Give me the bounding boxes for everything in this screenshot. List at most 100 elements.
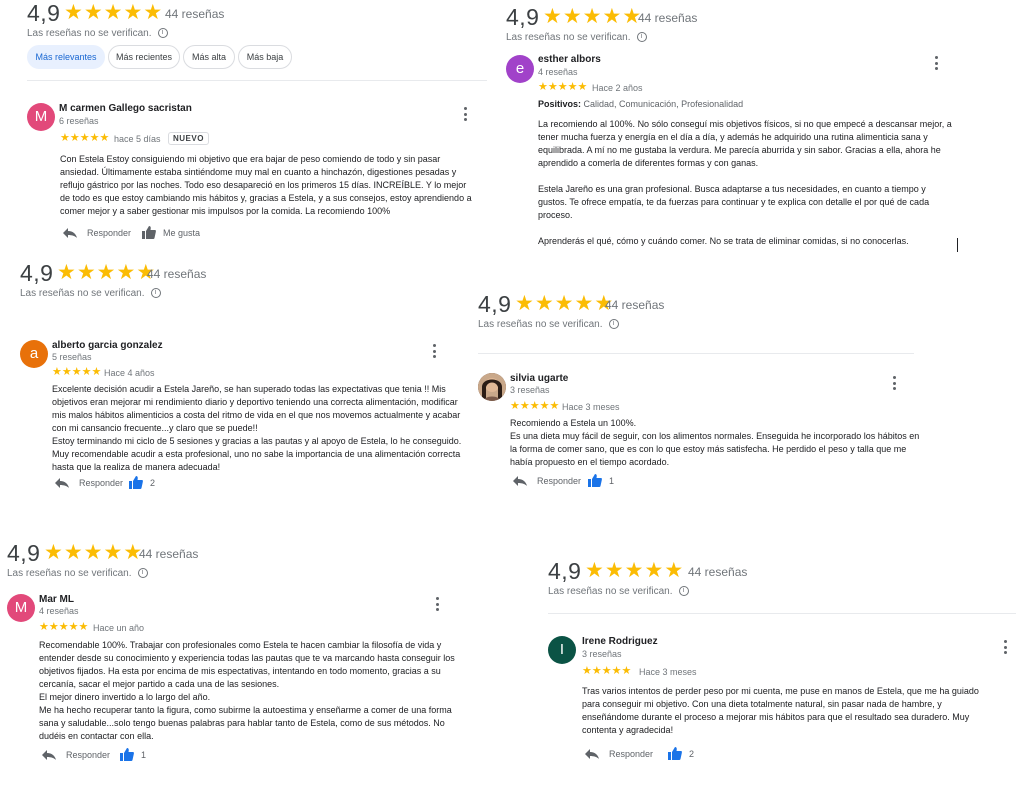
- review-time: Hace 2 años: [592, 83, 643, 93]
- rating-summary: 4,9 ★ ★ ★ ★ ★ 44 reseñas Las reseñas no se v…: [27, 0, 327, 40]
- like-count: 2: [150, 477, 156, 488]
- info-icon[interactable]: i: [150, 288, 161, 299]
- rating-stars: ★ ★ ★ ★ ★: [44, 541, 143, 564]
- like-count: 2: [689, 748, 695, 759]
- reply-icon: [63, 228, 77, 238]
- like-button[interactable]: 2: [129, 476, 155, 489]
- review-text: Recomiendo a Estela un 100%. Es una diet…: [510, 418, 920, 467]
- unverified-note: Las reseñas no se verifican.: [20, 288, 145, 299]
- unverified-note: Las reseñas no se verifican.: [27, 28, 152, 39]
- info-icon[interactable]: i: [157, 28, 168, 39]
- review-stars: ★ ★ ★ ★ ★: [538, 81, 588, 93]
- divider: [27, 80, 487, 81]
- reviews-count[interactable]: 44 reseñas: [638, 11, 697, 25]
- rating-stars: ★ ★ ★ ★ ★: [515, 292, 614, 315]
- rating-value: 4,9: [506, 4, 540, 30]
- more-options-icon[interactable]: [434, 597, 440, 611]
- like-button[interactable]: Me gusta: [142, 226, 200, 239]
- review-stars: ★ ★ ★ ★ ★: [60, 132, 110, 144]
- avatar[interactable]: a: [20, 340, 48, 368]
- reviewer-name[interactable]: esther albors: [538, 54, 601, 65]
- reply-button[interactable]: Responder: [584, 748, 653, 760]
- unverified-note: Las reseñas no se verifican.: [7, 568, 132, 579]
- filter-lowest[interactable]: Más baja: [238, 45, 292, 69]
- like-button[interactable]: 2: [668, 747, 694, 760]
- more-options-icon[interactable]: [1002, 640, 1008, 654]
- avatar[interactable]: [478, 373, 506, 401]
- filter-most-recent[interactable]: Más recientes: [108, 45, 180, 69]
- like-count: 1: [141, 749, 147, 760]
- reply-icon: [42, 750, 56, 760]
- rating-summary: 4,9 ★ ★ ★ ★ ★ 44 reseñas Las reseñas no se v…: [478, 291, 778, 331]
- reviews-count[interactable]: 44 reseñas: [147, 267, 206, 281]
- rating-summary: 4,9 ★ ★ ★ ★ ★ 44 reseñas Las reseñas no se v…: [506, 4, 806, 44]
- unverified-note: Las reseñas no se verifican.: [506, 32, 631, 43]
- like-count: 1: [609, 475, 615, 486]
- more-options-icon[interactable]: [933, 56, 939, 70]
- review-panel-6: 4,9 ★ ★ ★ ★ ★ 44 reseñas Las reseñas no se v…: [548, 558, 1018, 783]
- thumbs-up-icon: [668, 747, 682, 760]
- review-text: La recomiendo al 100%. No sólo conseguí …: [538, 119, 952, 246]
- filter-most-relevant[interactable]: Más relevantes: [27, 45, 105, 69]
- review-stars: ★ ★ ★ ★ ★: [52, 366, 102, 378]
- rating-value: 4,9: [20, 260, 54, 286]
- reviewer-name[interactable]: M carmen Gallego sacristan: [59, 103, 192, 114]
- reviews-count[interactable]: 44 reseñas: [605, 298, 664, 312]
- rating-value: 4,9: [7, 540, 41, 566]
- avatar[interactable]: M: [27, 103, 55, 131]
- rating-summary: 4,9 ★ ★ ★ ★ ★ 44 reseñas Las reseñas no se v…: [548, 558, 848, 598]
- reviews-count[interactable]: 44 reseñas: [139, 547, 198, 561]
- thumbs-up-icon: [129, 476, 143, 489]
- review-time: Hace 3 meses: [639, 667, 697, 677]
- reply-icon: [513, 476, 527, 486]
- reviewer-count: 3 reseñas: [510, 385, 550, 395]
- info-icon[interactable]: i: [636, 32, 647, 43]
- reviewer-count: 3 reseñas: [582, 649, 622, 659]
- reply-button[interactable]: Responder: [512, 475, 581, 487]
- reply-button[interactable]: Responder: [54, 477, 123, 489]
- like-button[interactable]: 1: [120, 748, 146, 761]
- reply-icon: [55, 478, 69, 488]
- new-badge: NUEVO: [168, 132, 209, 145]
- review-stars: ★ ★ ★ ★ ★: [39, 621, 89, 633]
- avatar[interactable]: I: [548, 636, 576, 664]
- info-icon[interactable]: i: [608, 319, 619, 330]
- reviewer-name[interactable]: Mar ML: [39, 594, 74, 605]
- reply-button[interactable]: Responder: [62, 227, 131, 239]
- filter-highest[interactable]: Más alta: [183, 45, 235, 69]
- review-stars: ★ ★ ★ ★ ★: [510, 400, 560, 412]
- avatar[interactable]: e: [506, 55, 534, 83]
- info-icon[interactable]: i: [137, 568, 148, 579]
- thumbs-up-icon: [120, 748, 134, 761]
- reviewer-name[interactable]: silvia ugarte: [510, 373, 568, 384]
- reviewer-count: 4 reseñas: [538, 67, 578, 77]
- avatar[interactable]: M: [7, 594, 35, 622]
- profile-photo-icon: [478, 373, 506, 401]
- reviews-count[interactable]: 44 reseñas: [165, 7, 224, 21]
- review-text: Tras varios intentos de perder peso por …: [582, 686, 979, 735]
- unverified-note: Las reseñas no se verifican.: [548, 586, 673, 597]
- divider: [478, 353, 914, 354]
- reply-button[interactable]: Responder: [41, 749, 110, 761]
- rating-value: 4,9: [548, 558, 582, 584]
- more-options-icon[interactable]: [462, 107, 468, 121]
- reviewer-name[interactable]: alberto garcia gonzalez: [52, 340, 163, 351]
- rating-value: 4,9: [478, 291, 512, 317]
- rating-value: 4,9: [27, 0, 61, 26]
- like-button[interactable]: 1: [588, 474, 614, 487]
- reviews-count[interactable]: 44 reseñas: [688, 565, 747, 579]
- review-time: Hace un año: [93, 623, 145, 633]
- more-options-icon[interactable]: [431, 344, 437, 358]
- more-options-icon[interactable]: [891, 376, 897, 390]
- review-panel-2: 4,9 ★ ★ ★ ★ ★ 44 reseñas Las reseñas no se v…: [506, 4, 976, 254]
- info-icon[interactable]: i: [678, 586, 689, 597]
- reply-label: Responder: [87, 228, 132, 238]
- reply-label: Responder: [79, 478, 124, 488]
- reviewer-name[interactable]: Irene Rodriguez: [582, 636, 658, 647]
- like-label: Me gusta: [163, 227, 201, 238]
- rating-summary: 4,9 ★ ★ ★ ★ ★ 44 reseñas Las reseñas no se v…: [20, 260, 320, 300]
- reviewer-count: 5 reseñas: [52, 352, 92, 362]
- text-cursor: [957, 238, 958, 252]
- rating-stars: ★ ★ ★ ★ ★: [543, 5, 642, 28]
- review-panel-1: 4,9 ★ ★ ★ ★ ★ 44 reseñas Las reseñas no se v…: [27, 0, 487, 250]
